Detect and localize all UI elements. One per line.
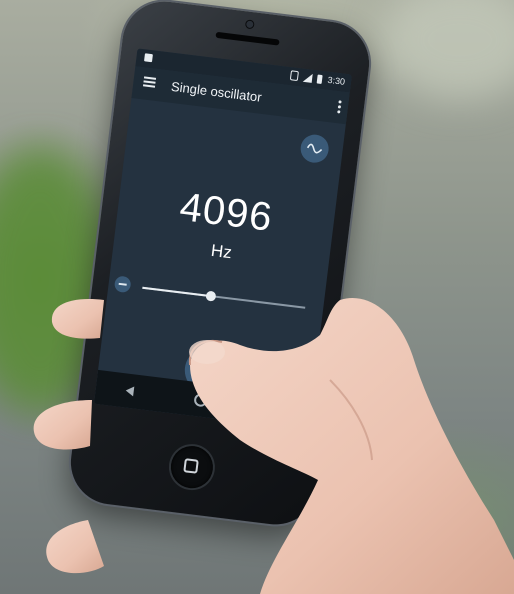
signal-icon: [303, 72, 314, 83]
minus-icon: [118, 282, 127, 286]
back-triangle-icon[interactable]: [125, 385, 135, 397]
hardware-home-button[interactable]: [168, 443, 216, 491]
notification-icon: [144, 53, 153, 63]
more-vertical-icon[interactable]: [335, 99, 343, 116]
waveform-button[interactable]: [299, 133, 331, 165]
slider-fill: [142, 286, 211, 298]
earpiece-speaker: [215, 31, 280, 46]
recent-square-icon[interactable]: [266, 401, 282, 416]
frequency-slider[interactable]: [142, 286, 306, 309]
page-title: Single oscillator: [170, 78, 263, 105]
home-circle-icon[interactable]: [193, 392, 208, 407]
status-icons: 3:30: [290, 70, 346, 87]
slider-thumb[interactable]: [205, 290, 217, 302]
decrease-button[interactable]: [113, 275, 132, 294]
home-square-icon: [183, 458, 199, 474]
phone-device: 3:30 Single oscillator 4096 Hz: [0, 0, 514, 594]
front-camera: [245, 20, 254, 29]
status-time: 3:30: [326, 74, 346, 87]
hamburger-menu-icon[interactable]: [142, 76, 157, 88]
app-screen: 3:30 Single oscillator 4096 Hz: [93, 48, 352, 431]
phone-body: 3:30 Single oscillator 4096 Hz: [66, 0, 374, 530]
vibrate-icon: [290, 70, 300, 82]
sine-wave-icon: [306, 143, 323, 154]
battery-icon: [317, 74, 324, 84]
